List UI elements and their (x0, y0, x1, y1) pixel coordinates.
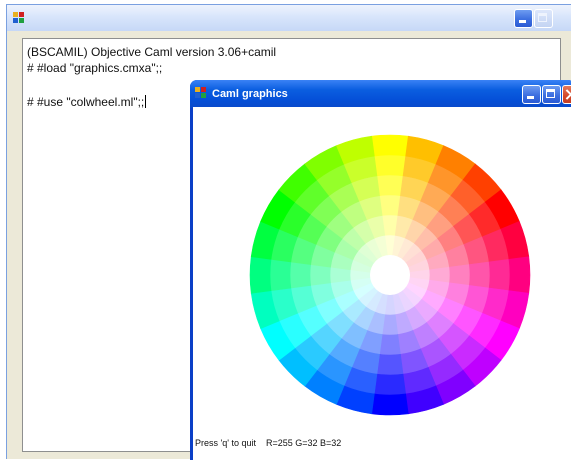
maximize-button[interactable] (534, 9, 553, 28)
wheel-segment[interactable] (374, 154, 406, 177)
text-caret (145, 95, 147, 108)
toplevel-titlebar[interactable] (7, 5, 571, 31)
console-line-banner: (BSCAMIL) Objective Caml version 3.06+ca… (27, 45, 277, 59)
graphics-minimize-button[interactable] (522, 85, 541, 104)
app-icon[interactable] (13, 12, 25, 24)
maximize-icon (546, 89, 555, 98)
minimize-icon (519, 20, 526, 23)
maximize-icon (538, 13, 547, 22)
wheel-segment[interactable] (374, 373, 406, 396)
wheel-segment[interactable] (376, 353, 404, 376)
minimize-icon (527, 96, 534, 99)
console-line-use: # #use "colwheel.ml";; (27, 95, 147, 109)
wheel-segment[interactable] (371, 393, 409, 416)
wheel-segment[interactable] (289, 261, 312, 289)
graphics-window: Caml graphics Press 'q' to quit R=255 G=… (190, 80, 571, 460)
graphics-canvas[interactable]: Press 'q' to quit R=255 G=32 B=32 (193, 107, 571, 460)
graphics-close-button[interactable] (562, 85, 571, 104)
console-line-load: # #load "graphics.cmxa";; (27, 61, 163, 75)
wheel-segment[interactable] (488, 259, 511, 291)
wheel-segment[interactable] (468, 261, 491, 289)
wheel-segment[interactable] (371, 134, 409, 157)
graphics-titlebar[interactable]: Caml graphics (190, 80, 571, 108)
graphics-window-title: Caml graphics (212, 88, 288, 100)
color-wheel (249, 134, 531, 416)
wheel-segment[interactable] (309, 264, 331, 286)
wheel-segment[interactable] (269, 259, 292, 291)
wheel-segment[interactable] (449, 264, 471, 286)
wheel-segment[interactable] (376, 174, 404, 197)
wheel-segment[interactable] (249, 256, 272, 294)
console-line-use-text: # #use "colwheel.ml";; (27, 95, 145, 109)
graphics-maximize-button[interactable] (542, 85, 561, 104)
minimize-button[interactable] (514, 9, 533, 28)
wheel-segment[interactable] (379, 194, 401, 216)
wheel-center[interactable] (370, 255, 410, 295)
wheel-segment[interactable] (508, 256, 531, 294)
graphics-app-icon[interactable] (195, 87, 207, 99)
status-message: Press 'q' to quit R=255 G=32 B=32 (195, 438, 342, 448)
wheel-segment[interactable] (379, 334, 401, 356)
